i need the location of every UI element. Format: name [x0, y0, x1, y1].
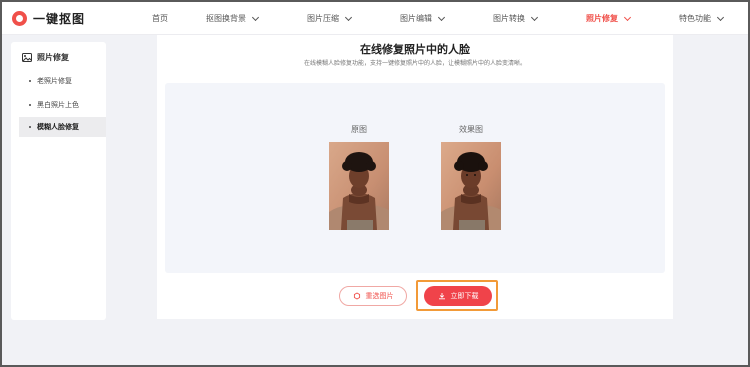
bullet-icon	[29, 104, 31, 106]
top-navigation: 一键抠图 首页抠图换背景图片压缩图片编辑图片转换照片修复特色功能客户端常见问题	[2, 2, 748, 35]
nav-item-label: 特色功能	[679, 14, 711, 23]
sidebar: 照片修复 老照片修复 黑白照片上色 模糊人脸修复	[11, 42, 106, 320]
original-caption: 原图	[351, 125, 367, 134]
nav-item-label: 照片修复	[586, 14, 618, 23]
sidebar-heading: 照片修复	[22, 52, 69, 63]
sidebar-item-label: 黑白照片上色	[37, 101, 79, 109]
original-image	[329, 142, 389, 230]
chevron-down-icon	[437, 13, 446, 21]
sidebar-item-old-photo-repair[interactable]: 老照片修复	[19, 71, 106, 91]
chevron-down-icon	[530, 13, 539, 21]
nav-item-6[interactable]: 特色功能	[679, 13, 725, 24]
nav-item-label: 抠图换背景	[206, 14, 246, 23]
nav-item-label: 首页	[152, 14, 168, 23]
nav-item-0[interactable]: 首页	[152, 13, 168, 24]
brand-name: 一键抠图	[33, 12, 86, 26]
logo-icon	[12, 11, 27, 26]
refresh-icon	[353, 292, 360, 300]
result-caption: 效果图	[459, 125, 483, 134]
nav-item-1[interactable]: 抠图换背景	[206, 13, 260, 24]
photo-icon	[22, 53, 32, 62]
preview-area: 原图 效果图	[165, 83, 665, 273]
nav-item-label: 图片转换	[493, 14, 525, 23]
download-icon	[438, 293, 445, 300]
sidebar-item-label: 模糊人脸修复	[37, 123, 79, 131]
page-subtitle: 在线模糊人脸修复功能，支持一键修复照片中的人脸，让模糊照片中的人脸变清晰。	[303, 60, 526, 67]
chevron-down-icon	[623, 13, 632, 21]
bullet-icon	[29, 80, 31, 82]
main-panel: 在线修复照片中的人脸 在线模糊人脸修复功能，支持一键修复照片中的人脸，让模糊照片…	[157, 35, 673, 319]
bullet-icon	[29, 126, 31, 128]
nav-item-4[interactable]: 图片转换	[493, 13, 539, 24]
sidebar-item-colorize[interactable]: 黑白照片上色	[19, 95, 106, 115]
nav-menu: 首页抠图换背景图片压缩图片编辑图片转换照片修复特色功能客户端常见问题	[152, 2, 748, 35]
result-image	[441, 142, 501, 230]
page-title: 在线修复照片中的人脸	[360, 43, 470, 56]
chevron-down-icon	[716, 13, 725, 21]
reselect-label: 重选图片	[365, 292, 394, 300]
download-button[interactable]: 立即下载	[424, 286, 492, 306]
brand-logo[interactable]: 一键抠图	[12, 10, 85, 27]
reselect-image-button[interactable]: 重选图片	[339, 286, 407, 306]
nav-item-2[interactable]: 图片压缩	[307, 13, 353, 24]
nav-item-label: 图片编辑	[400, 14, 432, 23]
app-window: 一键抠图 首页抠图换背景图片压缩图片编辑图片转换照片修复特色功能客户端常见问题 …	[0, 0, 750, 367]
chevron-down-icon	[344, 13, 353, 21]
nav-item-label: 图片压缩	[307, 14, 339, 23]
sidebar-heading-label: 照片修复	[37, 53, 69, 62]
chevron-down-icon	[251, 13, 260, 21]
nav-item-5[interactable]: 照片修复	[586, 13, 632, 24]
sidebar-item-face-repair[interactable]: 模糊人脸修复	[19, 117, 106, 137]
sidebar-item-label: 老照片修复	[37, 77, 72, 85]
nav-item-3[interactable]: 图片编辑	[400, 13, 446, 24]
download-label: 立即下载	[450, 292, 479, 300]
